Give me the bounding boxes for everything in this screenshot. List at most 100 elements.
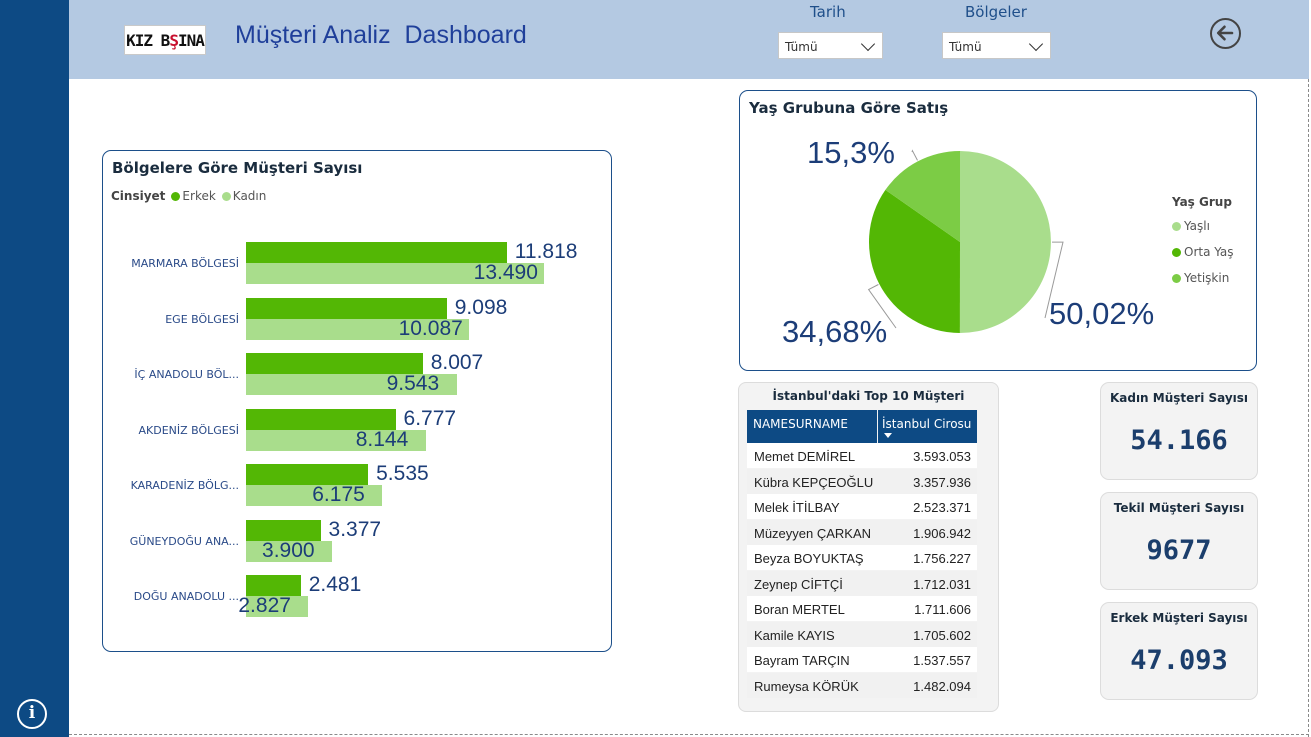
- column-header-revenue[interactable]: İstanbul Cirosu: [878, 410, 977, 443]
- data-label-erkek: 2.481: [308, 573, 362, 596]
- dashboard-root: i KIZ B Ş INA Müşteri Analiz Dashboard Tar…: [0, 0, 1311, 737]
- cell-revenue: 1.756.227: [913, 551, 971, 566]
- date-filter-value: Tümü: [785, 40, 818, 54]
- legend-label: Yaşlı: [1184, 219, 1210, 233]
- legend-item-erkek[interactable]: Erkek: [182, 189, 215, 203]
- bar-erkek[interactable]: [246, 408, 396, 430]
- legend-label: Orta Yaş: [1184, 245, 1234, 259]
- kpi-title: Kadın Müşteri Sayısı: [1109, 391, 1249, 405]
- data-label-kadin: 6.175: [312, 483, 365, 506]
- legend-item-yasli[interactable]: Yaşlı: [1172, 219, 1210, 233]
- bar-erkek[interactable]: [246, 575, 301, 596]
- cell-name: Rumeysa KÖRÜK: [754, 678, 859, 694]
- legend-item-orta-yas[interactable]: Orta Yaş: [1172, 245, 1234, 259]
- cell-revenue: 3.593.053: [913, 449, 971, 464]
- legend-dot-kadin: [221, 192, 231, 201]
- cell-name: Melek İTİLBAY: [754, 500, 840, 515]
- date-filter-dropdown[interactable]: Tümü: [778, 32, 883, 59]
- region-filter-dropdown[interactable]: Tümü: [942, 32, 1051, 59]
- cell-revenue: 1.705.602: [913, 627, 971, 643]
- kpi-card-male-customers: Erkek Müşteri Sayısı 47.093: [1100, 602, 1258, 700]
- region-filter-label: Bölgeler: [965, 3, 1027, 21]
- legend-item-yetiskin[interactable]: Yetişkin: [1172, 271, 1229, 285]
- category-label: KARADENİZ BÖLG...: [130, 479, 239, 492]
- chevron-down-icon: [1028, 36, 1044, 52]
- chart-title: Bölgelere Göre Müşteri Sayısı: [112, 159, 363, 177]
- bar-erkek[interactable]: [246, 242, 507, 263]
- brand-logo: KIZ B Ş INA: [124, 25, 206, 55]
- table-row[interactable]: Boran MERTEL 1.711.606: [747, 596, 977, 621]
- table-row[interactable]: Bayram TARÇIN 1.537.557: [747, 647, 977, 672]
- pie-slice-yasli[interactable]: [959, 151, 1051, 334]
- bar-erkek[interactable]: [246, 464, 369, 485]
- table-row[interactable]: Müzeyyen ÇARKAN 1.906.942: [747, 519, 977, 545]
- logo-text-1: KIZ B: [126, 30, 170, 50]
- bar-erkek[interactable]: [246, 519, 321, 541]
- table-row[interactable]: Kamile KAYIS 1.705.602: [747, 621, 977, 647]
- kpi-value: 9677: [1146, 535, 1212, 566]
- legend-title: Cinsiyet: [111, 189, 166, 203]
- kpi-card-female-customers: Kadın Müşteri Sayısı 54.166: [1100, 382, 1258, 480]
- page-title: Müşteri Analiz Dashboard: [235, 21, 527, 49]
- header-bar: KIZ B Ş INA Müşteri Analiz Dashboard Tarih…: [69, 0, 1309, 79]
- canvas-border: [69, 734, 1309, 735]
- table-row[interactable]: Memet DEMİREL 3.593.053: [747, 443, 977, 468]
- category-label: İÇ ANADOLU BÖL...: [134, 368, 239, 381]
- category-label: AKDENİZ BÖLGESİ: [138, 423, 239, 437]
- cell-name: Kübra KEPÇEOĞLU: [754, 474, 874, 490]
- category-label: DOĞU ANADOLU ...: [133, 590, 239, 603]
- cell-revenue: 3.357.936: [913, 474, 971, 490]
- region-filter-value: Tümü: [949, 40, 982, 54]
- kpi-title: Erkek Müşteri Sayısı: [1110, 611, 1248, 625]
- cell-name: Müzeyyen ÇARKAN: [754, 525, 872, 541]
- top10-customers-table: İstanbul'daki Top 10 Müşteri NAMESURNAME…: [738, 382, 999, 712]
- cell-name: Kamile KAYIS: [754, 627, 835, 643]
- data-label-erkek: 6.777: [403, 406, 457, 430]
- legend-dot: [1172, 274, 1181, 283]
- bar-erkek[interactable]: [246, 297, 447, 319]
- data-label-kadin: 9.543: [386, 372, 440, 395]
- leader-line: [911, 149, 918, 161]
- cell-name: Beyza BOYUKTAŞ: [754, 551, 864, 566]
- kpi-value: 47.093: [1130, 645, 1228, 676]
- column-header-name[interactable]: NAMESURNAME: [747, 410, 877, 443]
- cell-name: Zeynep CİFTÇİ: [754, 576, 843, 592]
- info-icon[interactable]: i: [17, 699, 47, 729]
- pie-label-yetiskin: 15,3%: [807, 135, 895, 170]
- cell-revenue: 1.537.557: [913, 653, 971, 668]
- chevron-down-icon: [860, 36, 876, 52]
- region-customer-chart: Bölgelere Göre Müşteri Sayısı Cinsiyet Er…: [102, 150, 612, 652]
- table-row[interactable]: Kübra KEPÇEOĞLU 3.357.936: [747, 468, 977, 494]
- category-label: MARMARA BÖLGESİ: [131, 257, 239, 270]
- kpi-title: Tekil Müşteri Sayısı: [1113, 501, 1245, 515]
- table-row[interactable]: Rumeysa KÖRÜK 1.482.094: [747, 672, 977, 698]
- table-row[interactable]: Beyza BOYUKTAŞ 1.756.227: [747, 545, 977, 570]
- table-title: İstanbul'daki Top 10 Müşteri: [772, 389, 965, 403]
- legend-dot: [1172, 248, 1181, 257]
- cell-name: Boran MERTEL: [754, 602, 845, 617]
- legend-label: Yetişkin: [1184, 271, 1230, 285]
- logo-text-2: Ş: [169, 30, 179, 50]
- data-label-kadin: 13.490: [473, 261, 538, 284]
- bar-erkek[interactable]: [246, 353, 423, 374]
- legend-dot-erkek: [171, 192, 181, 201]
- category-label: GÜNEYDOĞU ANA...: [129, 534, 239, 548]
- logo-text-3: INA: [177, 30, 205, 50]
- kpi-value: 54.166: [1130, 425, 1228, 456]
- back-arrow-icon[interactable]: [1210, 18, 1241, 49]
- table-row[interactable]: Zeynep CİFTÇİ 1.712.031: [747, 570, 977, 596]
- legend-item-kadin[interactable]: Kadın: [233, 189, 267, 203]
- age-group-sales-chart: Yaş Grubuna Göre Satış Yaş Grup 50,02% 34…: [739, 90, 1257, 371]
- data-label-kadin: 2.827: [238, 594, 291, 617]
- legend-dot: [1172, 222, 1181, 231]
- data-label-kadin: 8.144: [355, 427, 409, 451]
- pie-label-yasli: 50,02%: [1049, 296, 1155, 331]
- kpi-card-unique-customers: Tekil Müşteri Sayısı 9677: [1100, 492, 1258, 590]
- sort-descending-icon: [884, 433, 892, 438]
- cell-revenue: 2.523.371: [913, 500, 971, 515]
- data-label-kadin: 3.900: [262, 538, 315, 562]
- column-header-revenue-label: İstanbul Cirosu: [882, 417, 972, 431]
- pie-label-orta-yas: 34,68%: [782, 314, 888, 349]
- data-label-erkek: 3.377: [328, 517, 382, 541]
- table-row[interactable]: Melek İTİLBAY 2.523.371: [747, 494, 977, 519]
